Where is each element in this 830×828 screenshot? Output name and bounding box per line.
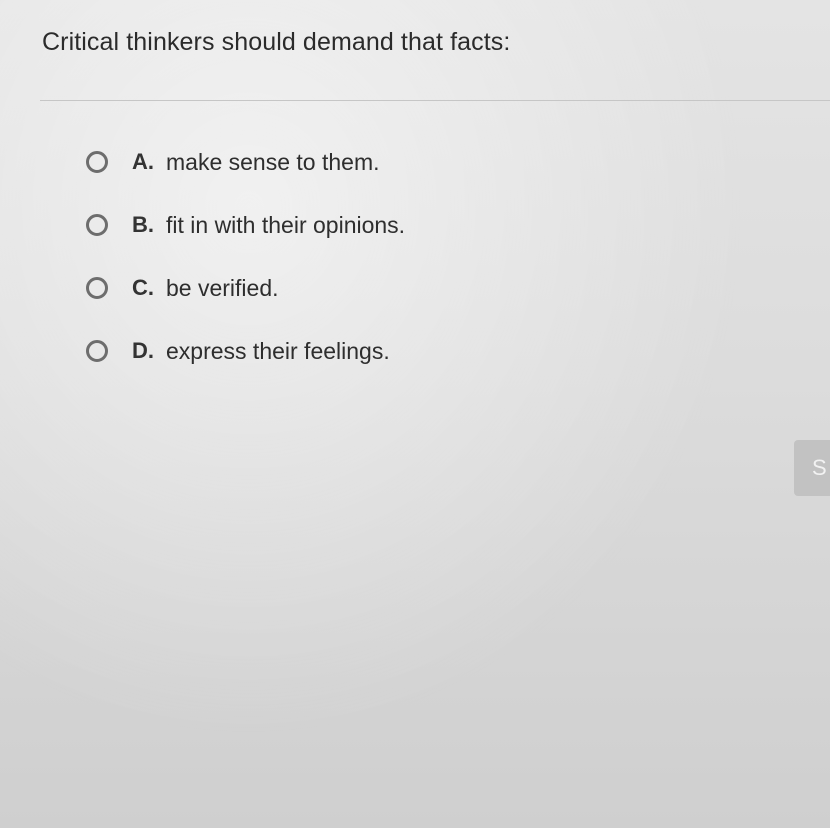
submit-button[interactable]: S: [794, 440, 830, 496]
option-letter: B.: [132, 212, 154, 237]
option-letter: A.: [132, 149, 154, 174]
option-b[interactable]: B. fit in with their opinions.: [86, 203, 686, 247]
option-c[interactable]: C. be verified.: [86, 266, 686, 310]
radio-button-icon[interactable]: [86, 340, 108, 362]
option-text: be verified.: [166, 274, 279, 301]
option-text: express their feelings.: [166, 337, 390, 364]
option-a[interactable]: A. make sense to them.: [86, 140, 686, 184]
divider: [40, 100, 830, 101]
option-text: fit in with their opinions.: [166, 211, 406, 238]
option-d[interactable]: D. express their feelings.: [86, 329, 686, 373]
question-text: Critical thinkers should demand that fac…: [42, 28, 511, 56]
quiz-screen: Critical thinkers should demand that fac…: [0, 0, 830, 828]
radio-button-icon[interactable]: [86, 277, 108, 299]
radio-button-icon[interactable]: [86, 214, 108, 236]
radio-button-icon[interactable]: [86, 151, 108, 173]
option-letter: D.: [132, 338, 154, 363]
answer-options: A. make sense to them. B. fit in with th…: [86, 140, 686, 392]
option-letter: C.: [132, 275, 154, 300]
option-text: make sense to them.: [166, 148, 380, 175]
